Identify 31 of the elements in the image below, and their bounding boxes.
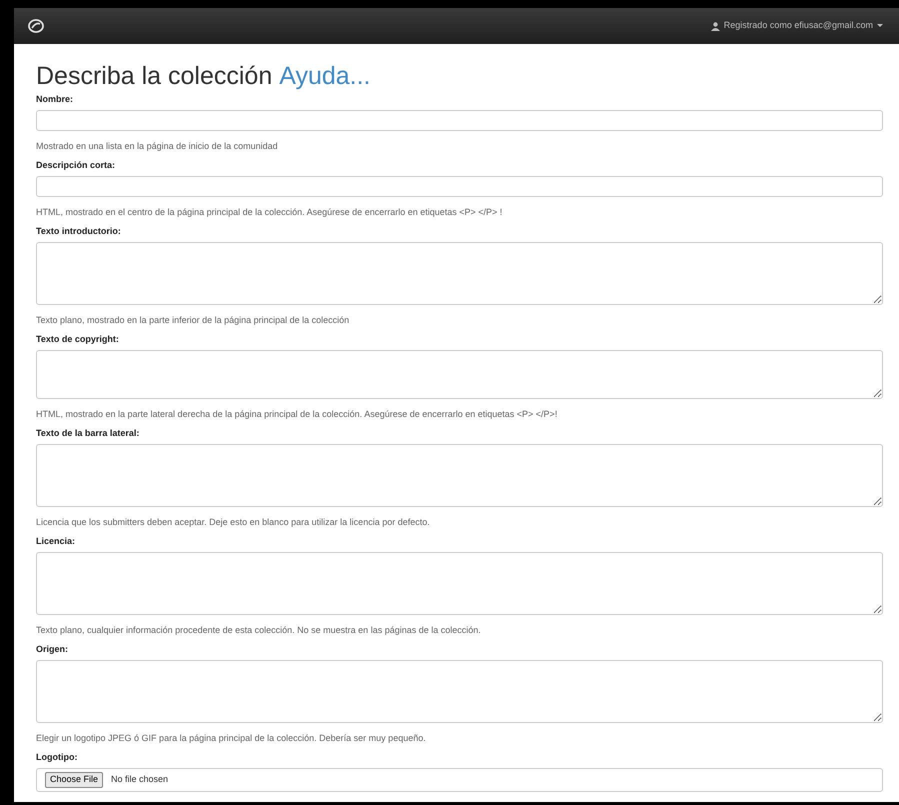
field-label: Descripción corta: — [36, 159, 116, 171]
help-text: Texto plano, mostrado en la parte inferior de la página principal de la colección — [36, 314, 350, 326]
user-icon — [710, 22, 720, 30]
text-area[interactable] — [36, 660, 883, 723]
text-area[interactable] — [36, 350, 883, 399]
caret-icon — [877, 24, 883, 28]
field-label: Texto introductorio: — [36, 225, 122, 237]
field-label: Logotipo: — [36, 751, 78, 763]
help-text: Elegir un logotipo JPEG ó GIF para la página principal de la colección. Debería ser muy pequeño. — [36, 732, 427, 744]
text-area[interactable] — [36, 552, 883, 615]
text-field[interactable] — [36, 110, 883, 131]
field-label: Licencia: — [36, 535, 76, 547]
text-field[interactable] — [36, 176, 883, 197]
logo-icon[interactable] — [28, 19, 44, 33]
page-title: Describa la colección — [36, 61, 272, 91]
choose-file-button[interactable]: Choose File — [45, 772, 104, 788]
user-menu[interactable]: Registrado como efiusac@gmail.com — [710, 19, 885, 33]
field-label: Nombre: — [36, 93, 74, 105]
help-text: HTML, mostrado en el centro de la página principal de la colección. Asegúrese de encerrarlo en etiquetas <P> </P> ! — [36, 206, 504, 218]
text-area[interactable] — [36, 242, 883, 305]
field-label: Texto de la barra lateral: — [36, 427, 140, 439]
help-text: HTML, mostrado en la parte lateral derecha de la página principal de la colección. Asegúrese de encerrarlo en etiquetas <P> </P>! — [36, 408, 558, 420]
text-area[interactable] — [36, 444, 883, 507]
help-text: Licencia que los submitters deben aceptar. Deje esto en blanco para utilizar la licencia por defecto. — [36, 516, 431, 528]
help-text: Texto plano, cualquier información procedente de esta colección. No se muestra en las páginas de la colección. — [36, 624, 482, 636]
file-field[interactable]: Choose File No file chosen — [36, 768, 883, 792]
help-text: Mostrado en una lista en la página de inicio de la comunidad — [36, 140, 279, 152]
help-link[interactable]: Ayuda... — [279, 61, 370, 91]
field-label: Origen: — [36, 643, 70, 655]
file-status: No file chosen — [111, 773, 168, 786]
field-label: Texto de copyright: — [36, 333, 120, 345]
